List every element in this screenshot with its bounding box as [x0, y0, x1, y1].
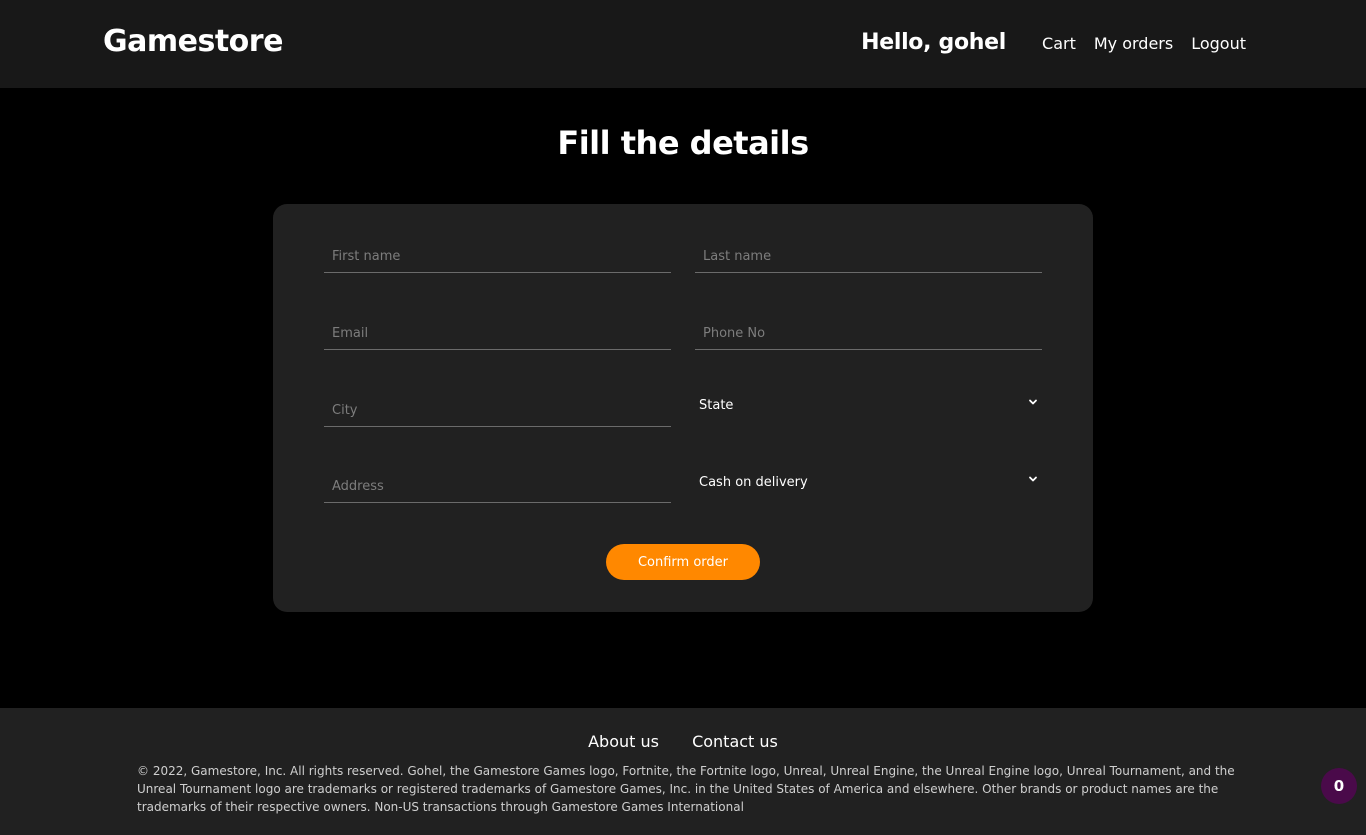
payment-method-select[interactable]: Cash on delivery	[695, 458, 1042, 504]
city-field	[324, 381, 671, 427]
first-name-field	[324, 227, 671, 273]
last-name-field	[695, 227, 1042, 273]
last-name-input[interactable]	[695, 227, 1042, 272]
state-select-value: State	[699, 398, 734, 413]
page-title: Fill the details	[557, 124, 809, 162]
site-footer: About us Contact us © 2022, Gamestore, I…	[0, 708, 1366, 835]
address-field	[324, 457, 671, 503]
footer-links: About us Contact us	[0, 732, 1366, 751]
chevron-down-icon	[1029, 476, 1037, 482]
state-select[interactable]: State	[695, 381, 1042, 427]
site-logo[interactable]: Gamestore	[103, 24, 283, 59]
order-details-form: State Cash on delivery Confirm order	[273, 204, 1093, 612]
payment-method-value: Cash on delivery	[699, 475, 808, 490]
city-input[interactable]	[324, 381, 671, 426]
address-input[interactable]	[324, 457, 671, 502]
phone-input[interactable]	[695, 304, 1042, 349]
footer-about-link[interactable]: About us	[588, 732, 659, 751]
site-header: Gamestore Hello, gohel Cart My orders Lo…	[0, 0, 1366, 88]
nav-cart-link[interactable]: Cart	[1042, 34, 1076, 53]
email-input[interactable]	[324, 304, 671, 349]
phone-field	[695, 304, 1042, 350]
confirm-order-button[interactable]: Confirm order	[606, 544, 760, 580]
first-name-input[interactable]	[324, 227, 671, 272]
user-greeting: Hello, gohel	[861, 30, 1007, 55]
nav-my-orders-link[interactable]: My orders	[1094, 34, 1173, 53]
chevron-down-icon	[1029, 399, 1037, 405]
legal-notice: © 2022, Gamestore, Inc. All rights reser…	[137, 764, 1235, 814]
nav-logout-link[interactable]: Logout	[1191, 34, 1246, 53]
footer-contact-link[interactable]: Contact us	[692, 732, 778, 751]
email-field	[324, 304, 671, 350]
notification-badge[interactable]: 0	[1321, 768, 1357, 804]
top-nav: Hello, gohel Cart My orders Logout	[861, 30, 1246, 55]
